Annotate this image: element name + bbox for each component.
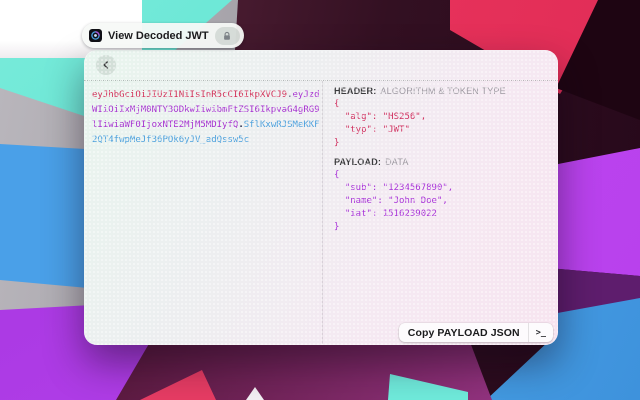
decoded-payload-json: { "sub": "1234567890", "name": "John Doe… [334, 169, 550, 234]
header-sublabel: ALGORITHM & TOKEN TYPE [380, 86, 505, 96]
back-button[interactable] [96, 55, 116, 75]
encoded-jwt-text: eyJhbGciOiJIUzI1NiIsInR5cCI6IkpXVCJ9.eyJ… [92, 88, 320, 148]
copy-payload-json-button[interactable]: Copy PAYLOAD JSON >_ [399, 323, 553, 342]
header-section-label: HEADER: ALGORITHM & TOKEN TYPE [334, 86, 550, 96]
copy-button-label: Copy PAYLOAD JSON [408, 327, 520, 339]
decoded-header-json: { "alg": "HS256", "typ": "JWT" } [334, 98, 550, 150]
terminal-prompt-icon: >_ [529, 328, 553, 338]
payload-label: PAYLOAD: [334, 157, 381, 167]
payload-sublabel: DATA [385, 157, 408, 167]
decoded-panel: HEADER: ALGORITHM & TOKEN TYPE { "alg": … [323, 81, 558, 344]
encoded-jwt-panel: eyJhbGciOiJIUzI1NiIsInR5cCI6IkpXVCJ9.eyJ… [84, 81, 323, 344]
window-header [84, 50, 558, 81]
lock-icon [222, 31, 232, 41]
browser-tab[interactable]: View Decoded JWT [82, 23, 244, 48]
payload-section-label: PAYLOAD: DATA [334, 157, 550, 167]
jwt-decoder-window: eyJhbGciOiJIUzI1NiIsInR5cCI6IkpXVCJ9.eyJ… [84, 50, 558, 345]
chevron-left-icon [102, 61, 110, 69]
app-favicon-icon [89, 29, 102, 42]
tab-title: View Decoded JWT [108, 30, 209, 42]
header-label: HEADER: [334, 86, 376, 96]
screen: View Decoded JWT [0, 0, 640, 400]
lock-chip[interactable] [215, 27, 240, 45]
jwt-header-segment: eyJhbGciOiJIUzI1NiIsInR5cCI6IkpXVCJ9 [92, 90, 287, 100]
window-body: eyJhbGciOiJIUzI1NiIsInR5cCI6IkpXVCJ9.eyJ… [84, 81, 558, 344]
